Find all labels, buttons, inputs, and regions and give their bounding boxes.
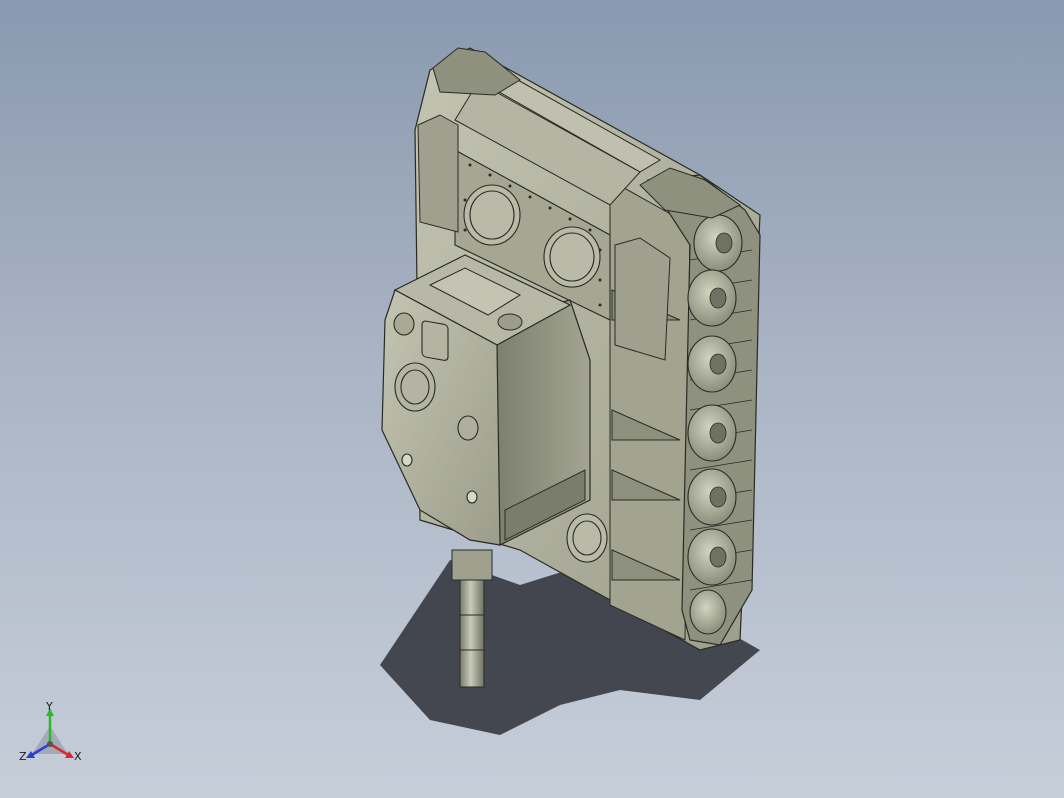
axis-z-label: Z [19,750,27,763]
axis-y-label: Y [46,700,53,713]
gun-barrel [459,574,485,688]
idler-wheel [689,589,727,635]
turret-box [421,320,449,361]
orientation-triad: Y X Z [18,700,88,774]
vision-port [457,415,479,441]
axis-x-label: X [74,750,82,763]
bolt [466,490,478,504]
periscope [497,313,523,331]
gun-mantlet-ring [451,549,493,581]
triad-graphic [26,708,74,758]
track-left-top [432,47,521,96]
cad-viewport[interactable]: Y X Z [0,0,1064,798]
turret-ring-port [393,312,415,336]
tank-model[interactable] [0,0,1064,798]
bolt [401,453,413,467]
stowage-box-left [417,114,459,233]
hull-lower-hatch [566,513,608,563]
stowage-box-right [614,237,671,361]
